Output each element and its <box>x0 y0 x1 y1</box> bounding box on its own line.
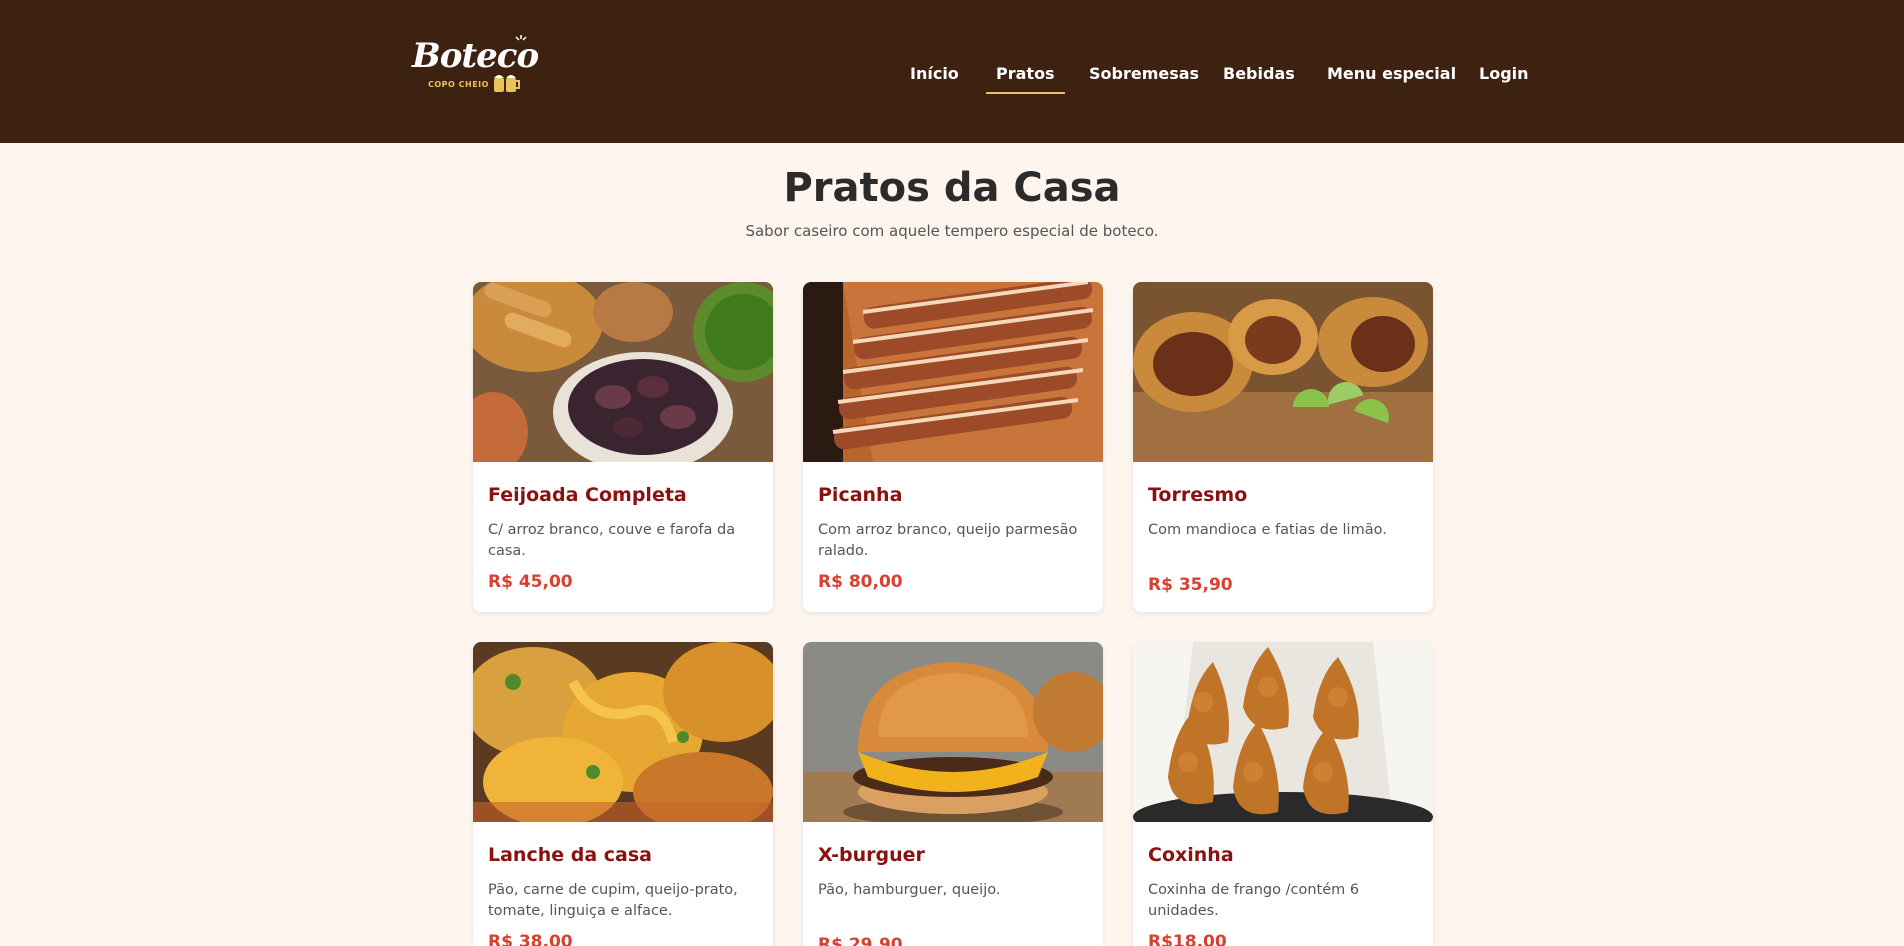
dish-name: Lanche da casa <box>488 844 652 866</box>
coxinha-photo <box>1133 642 1433 822</box>
main-nav: Início Pratos Sobremesas Bebidas Menu es… <box>0 58 1904 98</box>
burger-photo <box>803 642 1103 822</box>
dish-card[interactable]: Lanche da casa Pão, carne de cupim, quei… <box>473 642 773 946</box>
dish-description: Com arroz branco, queijo parmesão ralado… <box>818 522 1078 559</box>
dish-price: R$ 80,00 <box>818 572 903 592</box>
dish-price: R$ 35,90 <box>1148 575 1233 595</box>
nav-inicio[interactable]: Início <box>910 64 959 83</box>
picanha-photo <box>803 282 1103 462</box>
feijoada-photo <box>473 282 773 462</box>
dish-price: R$ 29,90 <box>818 935 903 946</box>
dish-price: R$18,00 <box>1148 932 1227 946</box>
dish-card[interactable]: Coxinha Coxinha de frango /contém 6 unid… <box>1133 642 1433 946</box>
dish-name: Torresmo <box>1148 484 1248 506</box>
nav-bebidas[interactable]: Bebidas <box>1223 64 1295 83</box>
lanche-photo <box>473 642 773 822</box>
dish-name: Coxinha <box>1148 844 1234 866</box>
dish-name: Feijoada Completa <box>488 484 687 506</box>
dish-name: Picanha <box>818 484 903 506</box>
dish-description: Coxinha de frango /contém 6 unidades. <box>1148 882 1360 919</box>
dish-price: R$ 38,00 <box>488 932 573 946</box>
dish-card[interactable]: Torresmo Com mandioca e fatias de limão.… <box>1133 282 1433 612</box>
header-bar: Boteco COPO CHEIO Início Pratos Sobremes… <box>0 0 1904 143</box>
dish-card[interactable]: Picanha Com arroz branco, queijo parmesã… <box>803 282 1103 612</box>
dish-card[interactable]: Feijoada Completa C/ arroz branco, couve… <box>473 282 773 612</box>
page-title: Pratos da Casa <box>783 165 1121 211</box>
nav-pratos[interactable]: Pratos <box>986 64 1065 94</box>
dish-card[interactable]: X-burguer Pão, hamburguer, queijo. R$ 29… <box>803 642 1103 946</box>
dish-price: R$ 45,00 <box>488 572 573 592</box>
dish-description: C/ arroz branco, couve e farofa da casa. <box>488 522 736 559</box>
nav-login[interactable]: Login <box>1479 64 1529 83</box>
nav-menu-especial[interactable]: Menu especial <box>1327 64 1456 83</box>
dish-description: Com mandioca e fatias de limão. <box>1148 522 1387 538</box>
dish-name: X-burguer <box>818 844 925 866</box>
page-subtitle: Sabor caseiro com aquele tempero especia… <box>745 222 1159 240</box>
torresmo-photo <box>1133 282 1433 462</box>
dish-description: Pão, carne de cupim, queijo-prato, tomat… <box>488 882 738 919</box>
sparkle-icon <box>515 35 527 41</box>
nav-sobremesas[interactable]: Sobremesas <box>1089 64 1199 83</box>
dish-description: Pão, hamburguer, queijo. <box>818 882 1001 898</box>
